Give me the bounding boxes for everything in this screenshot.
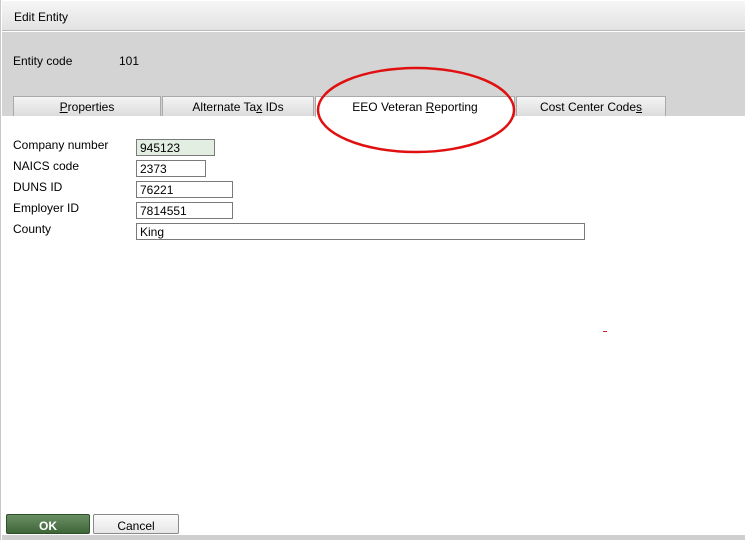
tab-accelerator: P [59, 100, 68, 114]
duns-id-input[interactable] [136, 181, 233, 198]
tab-label: roperties [67, 100, 115, 114]
tab-cost-center-codes[interactable]: Cost Center Codes [516, 96, 666, 116]
employer-id-input[interactable] [136, 202, 233, 219]
tab-properties[interactable]: Properties [13, 96, 161, 116]
county-label: County [13, 222, 52, 236]
dialog-title: Edit Entity [2, 1, 745, 31]
tab-label: IDs [262, 100, 284, 114]
annotation-ellipse-shape [316, 66, 516, 154]
entity-code-value: 101 [119, 54, 140, 68]
company-number-label: Company number [13, 138, 109, 152]
annotation-mark [603, 331, 607, 332]
county-input[interactable] [136, 223, 585, 240]
tab-label: Alternate Ta [192, 100, 257, 114]
tab-accelerator: s [636, 100, 643, 114]
tab-label: Cost Center Code [539, 100, 637, 114]
footer-divider [2, 535, 745, 540]
naics-code-label: NAICS code [13, 159, 80, 173]
tab-alternate-tax-ids[interactable]: Alternate Tax IDs [162, 96, 314, 116]
entity-code-label: Entity code [13, 54, 73, 68]
annotation-ellipse [316, 66, 516, 154]
company-number-input[interactable] [136, 139, 215, 156]
naics-code-input[interactable] [136, 160, 206, 177]
employer-id-label: Employer ID [13, 201, 80, 215]
cancel-button[interactable]: Cancel [93, 514, 179, 534]
ok-button[interactable]: OK [6, 514, 90, 534]
duns-id-label: DUNS ID [13, 180, 63, 194]
edit-entity-dialog: Edit Entity Entity code 101 Properties A… [0, 0, 745, 540]
